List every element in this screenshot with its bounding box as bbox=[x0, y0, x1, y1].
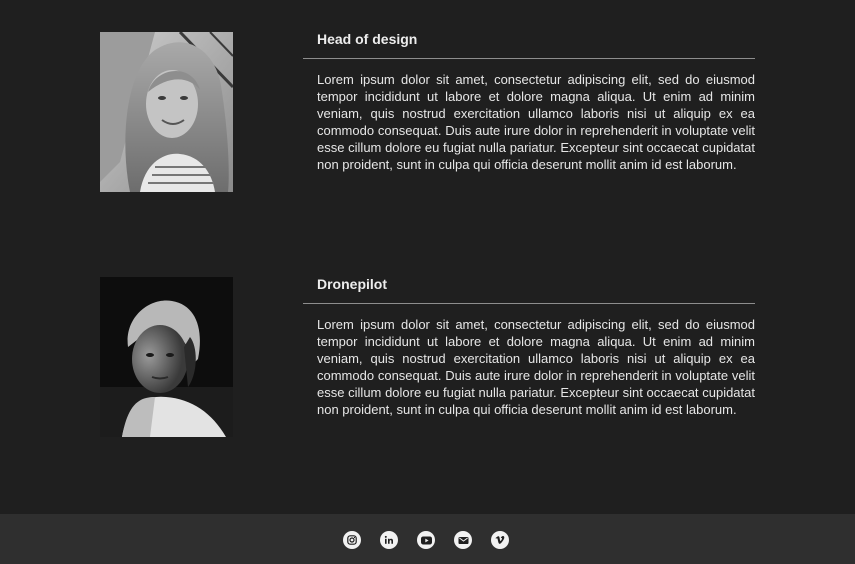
team-member-bio: Lorem ipsum dolor sit amet, consectetur … bbox=[317, 72, 755, 172]
linkedin-icon[interactable] bbox=[380, 531, 398, 549]
team-page: Head of design Lorem ipsum dolor sit ame… bbox=[0, 0, 855, 564]
social-links bbox=[343, 531, 509, 549]
team-member-details: Dronepilot Lorem ipsum dolor sit amet, c… bbox=[303, 277, 755, 418]
vimeo-icon[interactable] bbox=[491, 531, 509, 549]
team-member-role: Head of design bbox=[317, 31, 418, 47]
youtube-icon[interactable] bbox=[417, 531, 435, 549]
team-member-photo bbox=[100, 277, 233, 437]
footer bbox=[0, 514, 855, 564]
divider bbox=[303, 58, 755, 59]
team-member-role: Dronepilot bbox=[317, 276, 387, 292]
instagram-icon[interactable] bbox=[343, 531, 361, 549]
divider bbox=[303, 303, 755, 304]
team-member-details: Head of design Lorem ipsum dolor sit ame… bbox=[303, 32, 755, 173]
email-icon[interactable] bbox=[454, 531, 472, 549]
team-member-photo bbox=[100, 32, 233, 192]
team-member-bio: Lorem ipsum dolor sit amet, consectetur … bbox=[317, 317, 755, 417]
